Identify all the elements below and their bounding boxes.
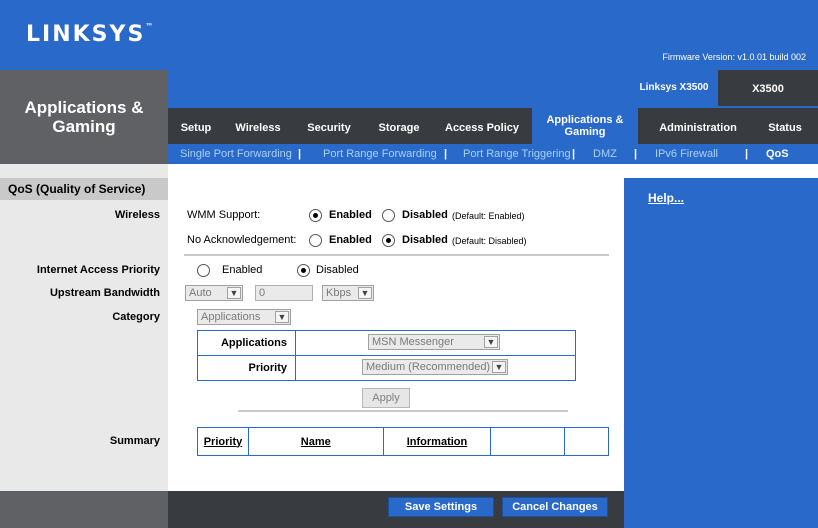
summary-header-empty [564,427,609,456]
wmm-enabled-label: Enabled [329,209,372,221]
wmm-enabled-radio[interactable] [309,209,322,222]
no-ack-default-note: (Default: Disabled) [452,236,527,246]
tab-administration[interactable]: Administration [648,108,748,144]
chevron-down-icon: ▼ [227,287,241,299]
linksys-logo: LINKSYS™ [26,22,154,47]
no-ack-enabled-radio[interactable] [309,234,322,247]
chevron-down-icon: ▼ [358,287,372,299]
chevron-down-icon: ▼ [484,336,498,348]
footer-help-area [624,491,818,528]
applications-label: Applications [197,330,296,356]
category-select[interactable]: Applications ▼ [197,309,291,325]
summary-header-name[interactable]: Name [247,427,384,456]
subtab-separator: | [634,148,638,160]
summary-table: Priority Name Information [197,427,609,456]
subtab-separator: | [298,148,302,160]
applications-select[interactable]: MSN Messenger ▼ [368,334,500,350]
label-summary: Summary [109,435,160,447]
label-category: Category [112,311,160,323]
label-wireless: Wireless [114,209,160,221]
internet-priority-disabled-label: Disabled [316,264,359,276]
apply-button[interactable]: Apply [362,388,410,408]
internet-priority-enabled-label: Enabled [222,264,263,276]
label-upstream-bandwidth: Upstream Bandwidth [49,287,160,299]
label-column-footer [0,491,168,528]
subtab-separator: | [444,148,448,160]
no-ack-label: No Acknowledgement: [187,234,297,246]
no-ack-enabled-label: Enabled [329,234,372,246]
subtab-separator: | [745,148,749,160]
divider [238,410,568,412]
wmm-disabled-label: Disabled [402,209,448,221]
tab-storage[interactable]: Storage [368,108,430,144]
help-panel-top [624,164,818,178]
no-ack-disabled-radio[interactable] [382,234,395,247]
internet-priority-disabled-radio[interactable] [297,264,310,277]
qos-section-title: QoS (Quality of Service) [0,178,168,200]
tab-setup[interactable]: Setup [170,108,222,144]
tab-wireless[interactable]: Wireless [226,108,290,144]
subtab-port-range-triggering[interactable]: Port Range Triggering [463,144,571,164]
upstream-bandwidth-input[interactable]: 0 [255,285,313,301]
subtab-single-port-forwarding[interactable]: Single Port Forwarding [180,144,292,164]
section-title: Applications & Gaming [24,98,144,136]
save-settings-button[interactable]: Save Settings [388,497,494,517]
wmm-disabled-radio[interactable] [382,209,395,222]
divider [184,254,609,256]
subtab-port-range-forwarding[interactable]: Port Range Forwarding [323,144,437,164]
help-link[interactable]: Help... [648,191,684,205]
model-name: Linksys X3500 [629,70,719,106]
label-internet-access-priority: Internet Access Priority [36,264,160,276]
priority-select[interactable]: Medium (Recommended) ▼ [362,359,508,375]
tab-status[interactable]: Status [760,108,810,144]
model-short: X3500 [718,70,818,106]
summary-header-information[interactable]: Information [382,427,492,456]
subtab-separator: | [572,148,576,160]
chevron-down-icon: ▼ [492,361,506,373]
tab-access-policy[interactable]: Access Policy [436,108,528,144]
subtab-qos[interactable]: QoS [766,144,789,164]
upstream-unit-select[interactable]: Kbps ▼ [322,285,374,301]
cancel-changes-button[interactable]: Cancel Changes [502,497,608,517]
subtab-ipv6-firewall[interactable]: IPv6 Firewall [655,144,718,164]
chevron-down-icon: ▼ [275,311,289,323]
help-panel [624,178,818,528]
tab-security[interactable]: Security [298,108,360,144]
tab-applications-gaming[interactable]: Applications & Gaming [532,108,638,144]
summary-header-empty [490,427,566,456]
firmware-version: Firmware Version: v1.0.01 build 002 [662,52,806,62]
upstream-mode-select[interactable]: Auto ▼ [185,285,243,301]
internet-priority-enabled-radio[interactable] [197,264,210,277]
wmm-default-note: (Default: Enabled) [452,211,525,221]
priority-label: Priority [197,355,296,381]
subtab-dmz[interactable]: DMZ [593,144,617,164]
wmm-support-label: WMM Support: [187,209,261,221]
no-ack-disabled-label: Disabled [402,234,448,246]
summary-header-priority[interactable]: Priority [197,427,249,456]
